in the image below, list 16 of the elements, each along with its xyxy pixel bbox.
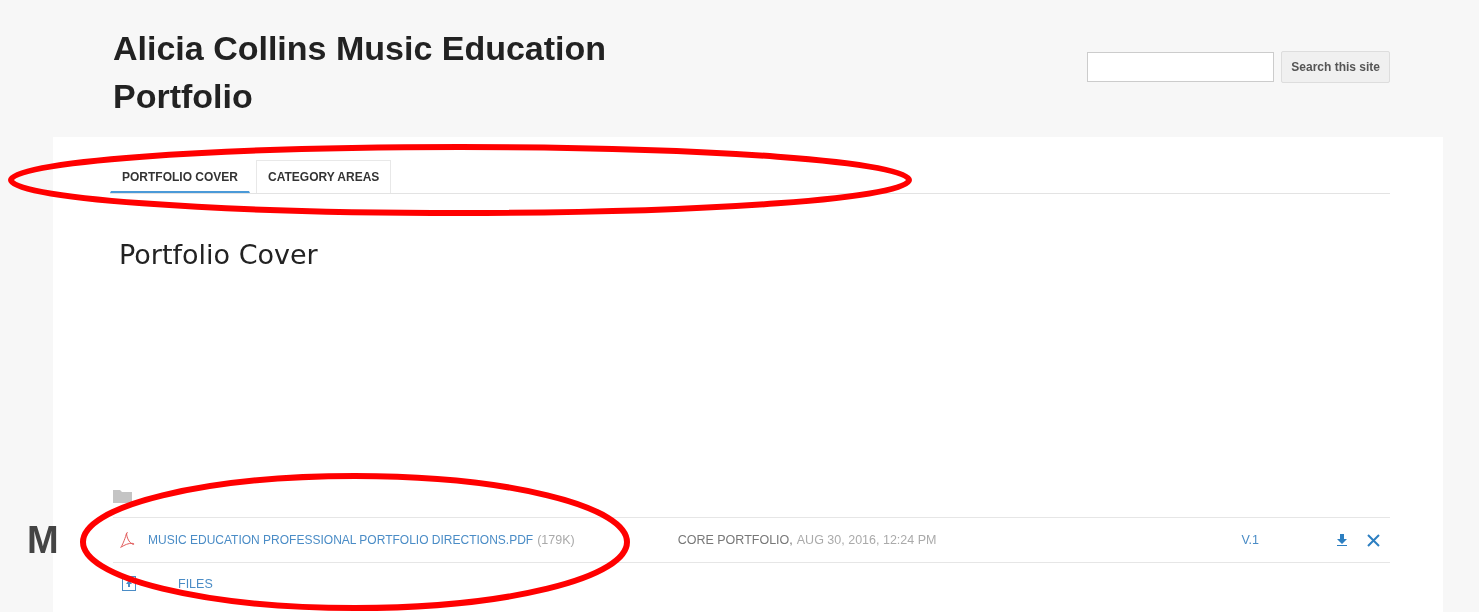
search-field[interactable] xyxy=(1087,52,1275,82)
add-files-link[interactable]: FILES xyxy=(178,576,213,591)
pdf-icon xyxy=(119,532,135,548)
download-icon[interactable] xyxy=(1336,534,1348,546)
version-link[interactable]: V.1 xyxy=(1241,533,1259,547)
file-size: (179K) xyxy=(537,533,575,547)
file-link[interactable]: MUSIC EDUCATION PROFESSIONAL PORTFOLIO DIRECTIONS.PDF xyxy=(148,533,534,547)
file-date: AUG 30, 2016, 12:24 PM xyxy=(796,533,937,547)
close-icon[interactable] xyxy=(1367,533,1380,547)
side-letter: M xyxy=(27,519,59,561)
folder-icon xyxy=(113,489,132,503)
tab[interactable]: CATEGORY AREAS xyxy=(256,160,392,193)
page-heading: Portfolio Cover xyxy=(119,239,319,272)
search-button[interactable]: Search this site xyxy=(1281,51,1390,83)
file-folder: CORE PORTFOLIO, xyxy=(677,533,793,547)
site-title: Alicia Collins Music Education Portfolio xyxy=(113,28,608,117)
